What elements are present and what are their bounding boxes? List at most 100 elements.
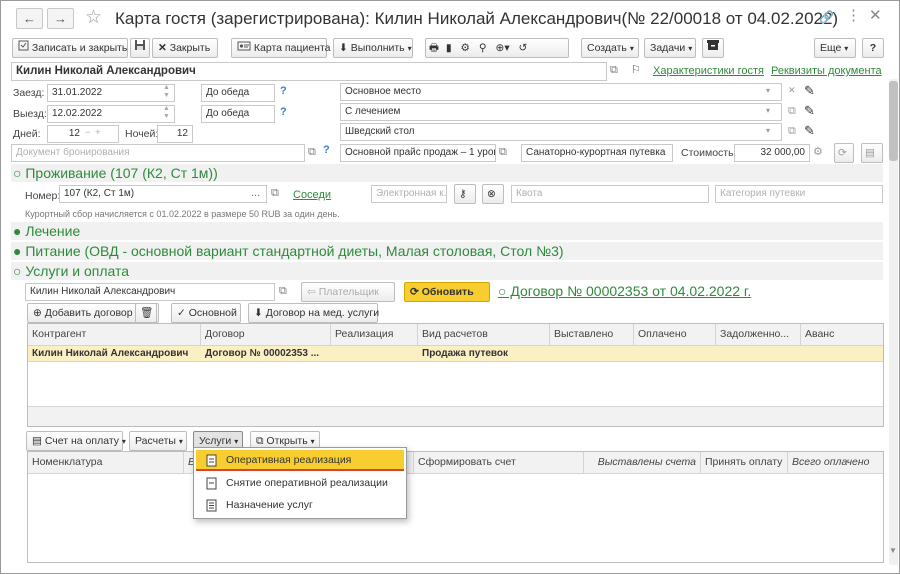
delete-button[interactable]: 🗑 xyxy=(135,303,157,323)
pencil-icon[interactable]: ✎ xyxy=(804,123,815,139)
column-header[interactable]: Сформировать счет xyxy=(414,452,584,473)
scrollbar-thumb[interactable] xyxy=(889,81,898,161)
help-button[interactable]: ? xyxy=(862,38,884,58)
column-header[interactable]: Вид расчетов xyxy=(418,324,550,345)
patient-card-button[interactable]: Карта пациента xyxy=(231,38,331,58)
execute-button[interactable]: ⬇ Выполнить ▾ xyxy=(333,38,413,58)
open-icon[interactable]: ⧉ xyxy=(788,125,796,138)
archive-button[interactable] xyxy=(702,38,724,58)
more-button[interactable]: Еще ▾ xyxy=(814,38,856,58)
help-icon[interactable]: ? xyxy=(280,85,287,97)
remove-key-button[interactable]: ⊗ xyxy=(482,184,504,204)
column-header[interactable]: Всего оплачено xyxy=(788,452,883,473)
history-icon[interactable]: ↺ xyxy=(519,42,528,54)
save-close-button[interactable]: Записать и закрыть xyxy=(12,38,128,58)
nights-field[interactable]: 12 xyxy=(157,125,193,143)
chevron-down-icon[interactable]: ▾ xyxy=(766,106,770,115)
quota-field[interactable]: Квота xyxy=(511,185,709,203)
checkin-spinner-icon[interactable]: ▲ ▼ xyxy=(158,84,175,102)
save-button[interactable] xyxy=(130,38,150,58)
bar-chart-icon[interactable]: ▮ xyxy=(446,42,452,54)
open-icon[interactable]: ⧉ xyxy=(308,146,316,159)
star-icon[interactable]: ☆ xyxy=(85,6,102,29)
checkout-time-field[interactable]: До обеда xyxy=(201,105,275,123)
column-header[interactable]: Аванс xyxy=(801,324,883,345)
column-header[interactable]: Принять оплату xyxy=(701,452,788,473)
more-vertical-icon[interactable]: ⋮ xyxy=(846,6,861,24)
tasks-button[interactable]: Задачи ▾ xyxy=(644,38,696,58)
add-related-icon[interactable]: ⊕▾ xyxy=(496,42,510,54)
ellipsis-icon[interactable]: ... xyxy=(251,187,260,199)
services-section-header[interactable]: ○ Услуги и оплата xyxy=(11,262,883,280)
guest-name-field[interactable]: Килин Николай Александрович xyxy=(11,62,607,81)
open-icon[interactable]: ⧉ xyxy=(279,285,287,298)
open-icon[interactable]: ⧉ xyxy=(610,64,618,77)
voucher-field[interactable]: Санаторно-курортная путевка xyxy=(521,144,673,162)
column-header[interactable]: Номенклатура xyxy=(28,452,184,473)
requisites-link[interactable]: Реквизиты документа xyxy=(771,65,882,77)
clear-icon[interactable]: ✕ xyxy=(788,85,796,96)
column-header[interactable]: Оплачено xyxy=(634,324,716,345)
column-header[interactable]: Задолженно... xyxy=(716,324,801,345)
checkin-time-field[interactable]: До обеда xyxy=(201,84,275,102)
menu-item-assign-services[interactable]: Назначение услуг xyxy=(196,495,404,516)
invoice-button[interactable]: ▤ Счет на оплату ▾ xyxy=(26,431,126,451)
chevron-down-icon[interactable]: ▾ xyxy=(766,86,770,95)
payer-field[interactable]: Килин Николай Александрович xyxy=(25,283,275,301)
column-header[interactable]: Контрагент xyxy=(28,324,201,345)
checkout-date-field[interactable]: 12.02.2022 xyxy=(47,105,175,123)
back-button[interactable]: ← xyxy=(16,8,43,29)
scroll-down-icon[interactable]: ▼ xyxy=(889,546,897,555)
pencil-icon[interactable]: ✎ xyxy=(804,83,815,99)
price-type-field[interactable]: Основной прайс продаж – 1 уровен xyxy=(340,144,496,162)
days-stepper-icon[interactable]: − + xyxy=(85,127,101,137)
open-icon[interactable]: ⧉ xyxy=(788,105,796,118)
room-field[interactable]: 107 (К2, Ст 1м) xyxy=(59,185,267,203)
column-header[interactable]: Выставлено xyxy=(550,324,634,345)
print-icon[interactable]: 🖶 xyxy=(429,42,439,54)
food-section-header[interactable]: ● Питание (ОВД - основной вариант станда… xyxy=(11,242,883,260)
calculator-icon[interactable]: ⚙ xyxy=(813,145,823,158)
menu-item-operative-sale[interactable]: Оперативная реализация xyxy=(196,450,404,471)
price-list-button[interactable]: ▤ xyxy=(861,143,883,163)
table-select[interactable]: Шведский стол xyxy=(340,123,782,141)
payer-button[interactable]: ⇦ Плательщик xyxy=(301,282,395,302)
cost-field[interactable]: 32 000,00 xyxy=(734,144,810,162)
place-select[interactable]: Основное место xyxy=(340,83,782,101)
booking-field[interactable]: Документ бронирования xyxy=(11,144,305,162)
column-header[interactable]: Выставлены счета xyxy=(584,452,701,473)
forward-button[interactable]: → xyxy=(47,8,74,29)
neighbors-link[interactable]: Соседи xyxy=(293,189,331,201)
category-field[interactable]: Категория путевки xyxy=(715,185,883,203)
open-icon[interactable]: ⧉ xyxy=(271,187,279,200)
settlements-button[interactable]: Расчеты ▾ xyxy=(129,431,187,451)
accommodation-section-header[interactable]: ○ Проживание (107 (К2, Ст 1м)) xyxy=(11,164,883,182)
table-row[interactable]: Килин Николай Александрович Договор № 00… xyxy=(28,346,883,362)
link-icon[interactable]: 🔗 xyxy=(819,10,834,24)
open-icon[interactable]: ⧉ xyxy=(499,146,507,159)
checkin-date-field[interactable]: 31.01.2022 xyxy=(47,84,175,102)
close-window-icon[interactable]: ✕ xyxy=(869,6,882,24)
treatment-section-header[interactable]: ● Лечение xyxy=(11,222,883,240)
treatment-select[interactable]: С лечением xyxy=(340,103,782,121)
attach-icon[interactable]: ⚲ xyxy=(479,42,487,54)
chevron-down-icon[interactable]: ▾ xyxy=(766,126,770,135)
menu-item-remove-operative-sale[interactable]: Снятие оперативной реализации xyxy=(196,473,404,494)
checkout-spinner-icon[interactable]: ▲ ▼ xyxy=(158,105,175,123)
pencil-icon[interactable]: ✎ xyxy=(804,103,815,119)
ekey-field[interactable]: Электронная к... xyxy=(371,185,447,203)
contract-link[interactable]: ○ Договор № 00002353 от 04.02.2022 г. xyxy=(498,283,751,299)
refresh-cost-button[interactable]: ⟳ xyxy=(834,143,854,163)
characteristics-link[interactable]: Характеристики гостя xyxy=(653,65,764,77)
help-icon[interactable]: ? xyxy=(323,144,330,156)
refresh-button[interactable]: ⟳ Обновить xyxy=(404,282,490,302)
column-header[interactable]: Реализация xyxy=(331,324,418,345)
column-header[interactable]: Договор xyxy=(201,324,331,345)
help-icon[interactable]: ? xyxy=(280,106,287,118)
create-button[interactable]: Создать ▾ xyxy=(581,38,639,58)
med-contract-button[interactable]: ⬇ Договор на мед. услуги xyxy=(248,303,379,323)
key-button[interactable]: ⚷ xyxy=(454,184,476,204)
flag-icon[interactable]: ⚐ xyxy=(631,63,641,76)
days-field[interactable]: 12 xyxy=(47,125,119,143)
settings-icon[interactable]: ⚙ xyxy=(461,42,470,54)
